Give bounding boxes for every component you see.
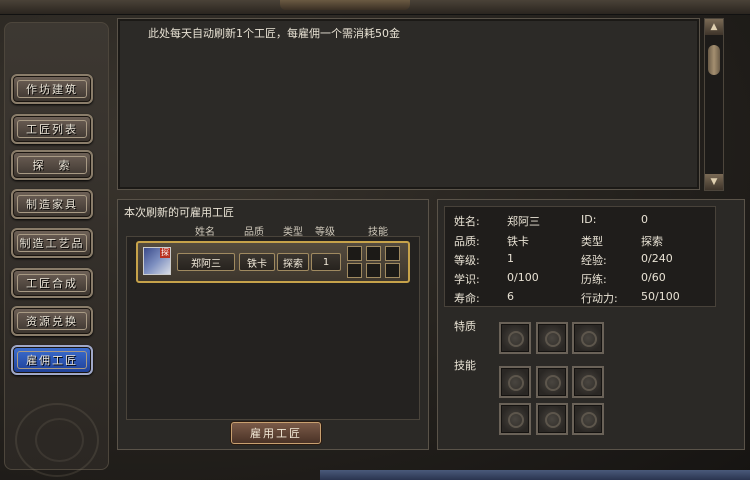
nav-explore[interactable]: 探 索 [11,150,93,180]
trait-slot[interactable] [572,322,604,354]
type-value: 探索 [641,235,663,248]
message-text: 此处每天自动刷新1个工匠，每雇佣一个需消耗50金 [148,27,400,40]
id-label: ID: [581,213,597,226]
swirl-icon [581,331,597,347]
avatar-tag: 探 [160,248,170,258]
nav-artisan-list[interactable]: 工匠列表 [11,114,93,144]
trait-slot[interactable] [536,322,568,354]
nav-hire-artisan[interactable]: 雇佣工匠 [11,345,93,375]
nav-make-furniture[interactable]: 制造家具 [11,189,93,219]
top-ornament [280,0,410,10]
swirl-icon [581,375,597,391]
nav-artisan-merge[interactable]: 工匠合成 [11,268,93,298]
skill-slot[interactable] [572,366,604,398]
level-value: 1 [507,252,514,265]
swirl-icon [508,331,524,347]
nav-label: 雇佣工匠 [26,354,78,367]
study-value: 0/100 [507,271,539,284]
quality-value: 铁卡 [507,235,529,248]
list-title: 本次刷新的可雇用工匠 [124,206,234,219]
skill-slot[interactable] [499,403,531,435]
type-label: 类型 [581,235,603,248]
swirl-icon [581,412,597,428]
level-label: 等级: [454,254,480,267]
taskbar-strip [320,470,750,480]
top-border [0,0,750,15]
scroll-up-arrow-icon[interactable]: ▲ [705,19,723,35]
trait-slot[interactable] [499,322,531,354]
hire-artisan-button[interactable]: 雇用工匠 [231,422,321,444]
swirl-icon [508,412,524,428]
cloud-ornament-inner [35,418,84,462]
row-quality: 铁卡 [239,253,275,271]
id-value: 0 [641,213,648,226]
row-type: 探索 [277,253,309,271]
nav-label: 作坊建筑 [26,83,78,96]
nav-label: 探 索 [32,159,72,172]
artisan-avatar: 探 [143,247,171,275]
study-label: 学识: [454,273,480,286]
nav-label: 制造工艺品 [19,237,85,250]
training-value: 0/60 [641,271,666,284]
skill-slot [385,263,400,278]
exp-value: 0/240 [641,252,673,265]
trait-label: 特质 [454,320,476,333]
nav-label: 工匠合成 [26,277,78,290]
skill-slot [347,263,362,278]
skill-slot [385,246,400,261]
quality-label: 品质: [454,235,480,248]
scroll-thumb[interactable] [708,45,720,75]
message-scrollbar[interactable]: ▲ ▼ [704,18,724,191]
candidate-list-panel: 本次刷新的可雇用工匠 姓名 品质 类型 等级 技能 [117,199,429,450]
skill-slot[interactable] [536,403,568,435]
skill-slot[interactable] [499,366,531,398]
swirl-icon [545,412,561,428]
swirl-icon [508,375,524,391]
nav-label: 制造家具 [26,198,78,211]
skill-slot [366,263,381,278]
skill-label: 技能 [454,359,476,372]
skill-slot [347,246,362,261]
scroll-down-arrow-icon[interactable]: ▼ [705,174,723,190]
action-label: 行动力: [581,292,618,305]
skill-slot [366,246,381,261]
training-label: 历练: [581,273,607,286]
nav-label: 资源兑换 [26,315,78,328]
nav-resource-exchange[interactable]: 资源兑换 [11,306,93,336]
skill-slot[interactable] [536,366,568,398]
swirl-icon [545,331,561,347]
nav-label: 工匠列表 [26,123,78,136]
exp-label: 经验: [581,254,607,267]
nav-make-crafts[interactable]: 制造工艺品 [11,228,93,258]
row-name: 郑阿三 [177,253,235,271]
nav-workshop-building[interactable]: 作坊建筑 [11,74,93,104]
life-label: 寿命: [454,292,480,305]
name-value: 郑阿三 [507,215,540,228]
skill-slot[interactable] [572,403,604,435]
swirl-icon [545,375,561,391]
action-value: 50/100 [641,290,680,303]
message-panel: 此处每天自动刷新1个工匠，每雇佣一个需消耗50金 [117,18,700,190]
life-value: 6 [507,290,514,303]
name-label: 姓名: [454,215,480,228]
row-level: 1 [311,253,341,271]
